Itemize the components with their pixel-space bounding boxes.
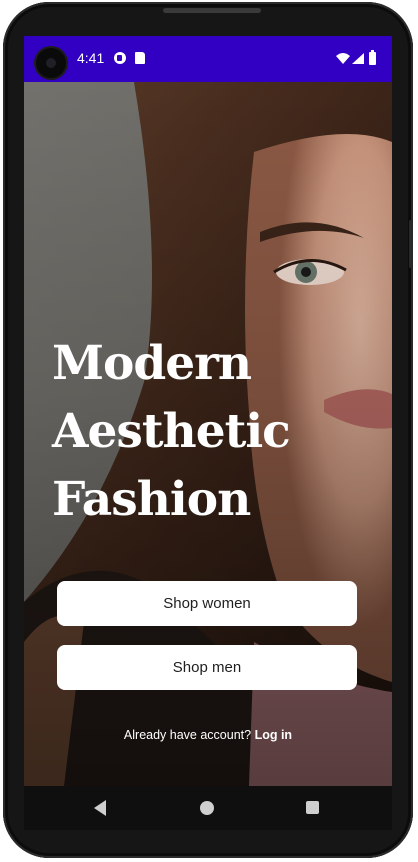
headline-line: Fashion [52, 472, 251, 527]
home-icon[interactable] [200, 801, 214, 815]
app-screen: 4:41 Modern Aesthetic Fashion Shop women… [24, 36, 392, 786]
shop-women-button[interactable]: Shop women [57, 581, 357, 626]
status-indicators [322, 50, 382, 68]
shop-men-button[interactable]: Shop men [57, 645, 357, 690]
headline-line: Aesthetic [52, 404, 291, 459]
headline: Modern Aesthetic Fashion [52, 330, 291, 534]
login-prompt-text: Already have account? [123, 728, 255, 742]
sim-icon [135, 52, 145, 64]
wifi-icon [336, 53, 350, 64]
recents-icon[interactable] [306, 801, 319, 814]
side-button [409, 220, 413, 268]
headline-line: Modern [52, 336, 252, 391]
hero-section: Modern Aesthetic Fashion Shop women Shop… [24, 82, 392, 786]
status-bar: 4:41 [24, 36, 392, 82]
status-time: 4:41 [77, 50, 105, 66]
login-link[interactable]: Log in [255, 728, 293, 742]
back-icon[interactable] [94, 800, 106, 816]
front-camera [36, 48, 66, 78]
speaker-slit [163, 8, 261, 13]
login-prompt-row: Already have account? Log in [24, 728, 392, 742]
battery-icon [369, 50, 376, 65]
notification-icon [114, 52, 126, 64]
signal-icon [352, 53, 364, 64]
system-nav-bar [24, 786, 392, 830]
